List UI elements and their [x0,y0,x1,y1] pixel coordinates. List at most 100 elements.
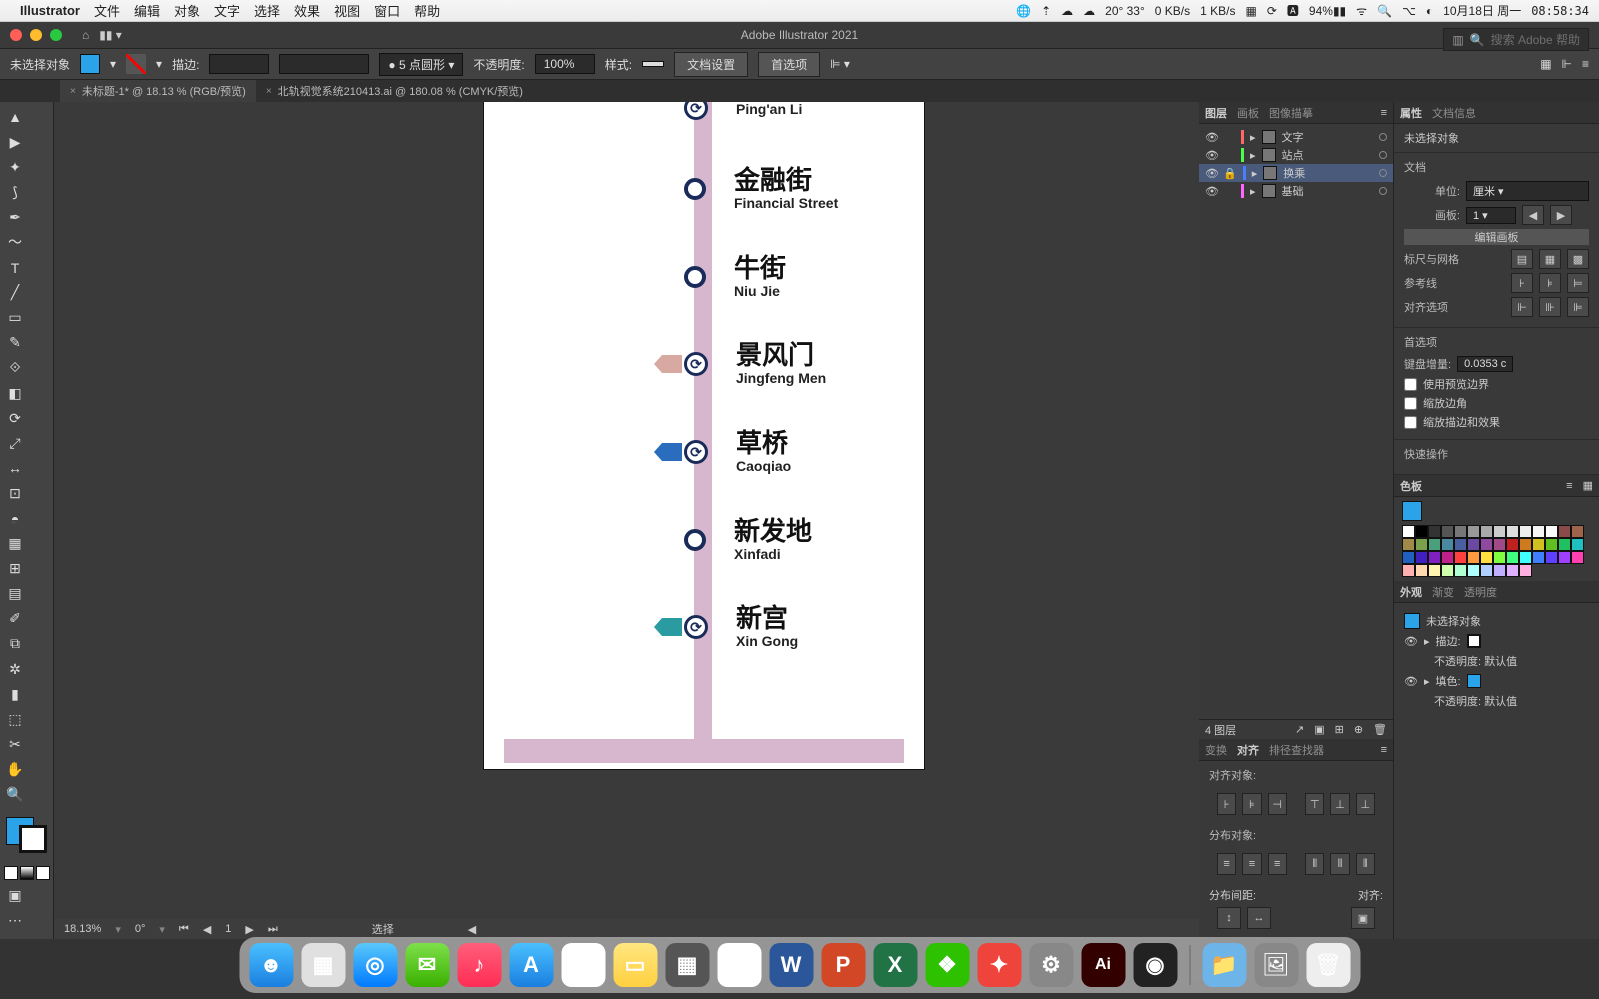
eyedropper-tool[interactable]: ✐ [3,609,27,629]
artboard[interactable]: Ping'an Li 金融街 Financial Street 牛街 Niu J… [484,102,924,769]
arrange-icon[interactable]: ▦ [1540,57,1551,71]
menu-type[interactable]: 文字 [214,1,240,20]
dock-app-messages[interactable]: ✉ [405,943,449,987]
dock-app-anydesk[interactable]: ✦ [977,943,1021,987]
swatch[interactable] [1428,525,1441,538]
nav-first-icon[interactable]: ⏮ [179,923,189,936]
workspace-switcher[interactable]: ▮▮ ▾ [99,28,122,42]
swatch[interactable] [1428,564,1441,577]
station-marker-icon[interactable] [684,529,706,551]
line-tool[interactable]: ╱ [3,283,27,303]
shape-builder-tool[interactable]: ◓ [3,509,27,529]
align-right-icon[interactable]: ⊣ [1268,793,1287,815]
panel-menu-icon[interactable]: ≡ [1381,744,1387,756]
swatch[interactable] [1519,564,1532,577]
visibility-icon[interactable]: 👁 [1404,635,1418,648]
align-vcenter-icon[interactable]: ⊥ [1330,793,1349,815]
layer-name[interactable]: 文字 [1282,129,1304,145]
layer-expand-icon[interactable]: ▸ [1252,167,1258,180]
align-to-selection-icon[interactable]: ▣ [1351,907,1375,929]
app-name[interactable]: Illustrator [20,3,80,18]
layer-name[interactable]: 换乘 [1283,165,1305,181]
dock-recent[interactable]: 🖼 [1254,943,1298,987]
station[interactable]: 草桥 Caoqiao [684,430,791,474]
gradient-mode-icon[interactable] [20,866,34,880]
swatch[interactable] [1493,525,1506,538]
tab-close-icon[interactable]: × [266,86,272,97]
window-close-button[interactable] [10,29,22,41]
swatch[interactable] [1454,525,1467,538]
swatch[interactable] [1454,564,1467,577]
menu-window[interactable]: 窗口 [374,1,400,20]
station-marker-icon[interactable] [684,178,706,200]
status-search-icon[interactable]: 🔍 [1377,4,1392,18]
status-date[interactable]: 10月18日 周一 [1443,2,1521,19]
swatch[interactable] [1454,551,1467,564]
pen-tool[interactable]: ✒ [3,207,27,227]
layer-row[interactable]: 👁 ▸ 站点 [1199,146,1393,164]
status-grid-icon[interactable]: ▦ [1246,4,1257,18]
swatch[interactable] [1402,525,1415,538]
vdist-center-icon[interactable]: ≡ [1242,853,1261,875]
document-tab-active[interactable]: × 未标题-1* @ 18.13 % (RGB/预览) [60,80,256,102]
swatch[interactable] [1532,551,1545,564]
column-graph-tool[interactable]: ▮ [3,684,27,704]
fill-swatch-small[interactable] [1467,674,1481,688]
stroke-swatch-small[interactable] [1467,634,1481,648]
free-transform-tool[interactable]: ⊡ [3,483,27,503]
tab-transparency[interactable]: 透明度 [1464,584,1497,600]
swatch[interactable] [1506,538,1519,551]
status-wifi-icon[interactable]: ᯤ [1356,2,1367,19]
locate-object-icon[interactable]: ↗ [1295,723,1304,736]
dock-app-wechat[interactable]: ❖ [925,943,969,987]
status-time[interactable]: 08:58:34 [1531,4,1589,18]
hdist-center-icon[interactable]: ⦀ [1330,853,1349,875]
layer-visibility-icon[interactable]: 👁 [1205,185,1217,198]
status-network-down[interactable]: 0 KB/s [1155,4,1190,18]
dock-app-appstore[interactable]: A [509,943,553,987]
status-cloud2-icon[interactable]: ☁ [1083,4,1095,18]
opacity-input[interactable]: 100% [535,54,595,74]
swatch[interactable] [1441,525,1454,538]
adobe-help-search[interactable]: ▥ 🔍 搜索 Adobe 帮助 [1443,28,1589,51]
new-layer-icon[interactable]: ⊕ [1354,723,1363,736]
swatch[interactable] [1467,551,1480,564]
layer-expand-icon[interactable]: ▸ [1250,131,1256,144]
tab-appearance[interactable]: 外观 [1400,584,1422,600]
status-globe-icon[interactable]: 🌐 [1016,4,1031,18]
swatch[interactable] [1428,538,1441,551]
status-upload-icon[interactable]: ⇡ [1041,4,1051,18]
menu-file[interactable]: 文件 [94,1,120,20]
smart-guides-icon[interactable]: ⊨ [1567,273,1589,293]
station[interactable]: Ping'an Li [684,102,802,120]
vdist-bottom-icon[interactable]: ≡ [1268,853,1287,875]
menu-effect[interactable]: 效果 [294,1,320,20]
zoom-tool[interactable]: 🔍 [3,785,27,805]
document-setup-button[interactable]: 文档设置 [674,52,748,77]
curvature-tool[interactable]: ～ [3,232,27,252]
gradient-tool[interactable]: ▤ [3,584,27,604]
eraser-tool[interactable]: ◧ [3,383,27,403]
graphic-style[interactable] [642,61,664,67]
slice-tool[interactable]: ✂ [3,734,27,754]
width-tool[interactable]: ↔ [3,458,27,478]
status-siri-icon[interactable]: ◐ [1426,4,1433,18]
rectangle-tool[interactable]: ▭ [3,308,27,328]
align-top-icon[interactable]: ⊤ [1305,793,1324,815]
dock-app-obs[interactable]: ◉ [1133,943,1177,987]
snap-pixel-icon[interactable]: ⊫ [1567,297,1589,317]
swatch[interactable] [1415,538,1428,551]
dock-app-settings[interactable]: ⚙ [1029,943,1073,987]
swatch[interactable] [1441,564,1454,577]
swatch[interactable] [1519,551,1532,564]
hdist-right-icon[interactable]: ⦀ [1356,853,1375,875]
dock-app-chrome[interactable]: ◉ [717,943,761,987]
swatch[interactable] [1532,525,1545,538]
swatch[interactable] [1558,551,1571,564]
dock-app-finder[interactable]: ☻ [249,943,293,987]
rulers-icon[interactable]: ▤ [1511,249,1533,269]
scale-tool[interactable]: ⤢ [3,433,27,453]
dock-app-excel[interactable]: X [873,943,917,987]
menu-object[interactable]: 对象 [174,1,200,20]
control-menu-icon[interactable]: ≡ [1582,57,1589,71]
